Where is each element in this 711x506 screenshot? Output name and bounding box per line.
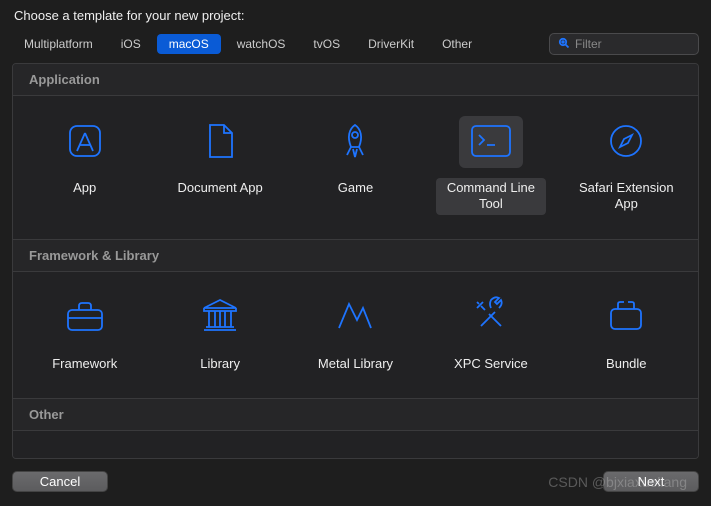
template-library[interactable]: Library [156,288,283,378]
compass-icon [606,121,646,164]
tab-tvos[interactable]: tvOS [301,34,352,54]
tab-multiplatform[interactable]: Multiplatform [12,34,105,54]
gear-icon [200,455,240,459]
tab-macos[interactable]: macOS [157,34,221,54]
template-command-line-tool[interactable]: Command Line Tool [427,112,554,219]
template-label: Game [332,178,379,198]
rocket-icon [335,121,375,164]
next-button[interactable]: Next [603,471,699,492]
tab-other[interactable]: Other [430,34,484,54]
tab-driverkit[interactable]: DriverKit [356,34,426,54]
template-game[interactable]: Game [292,112,419,219]
template-list[interactable]: Application App Document App Game Comman… [12,63,699,459]
template-label: Document App [171,178,268,198]
template-label: Safari Extension App [571,178,681,215]
platform-tabs: Multiplatform iOS macOS watchOS tvOS Dri… [0,33,711,63]
template-other-1[interactable] [21,447,148,459]
template-label: Command Line Tool [436,178,546,215]
contact-icon [334,458,376,459]
template-document-app[interactable]: Document App [156,112,283,219]
template-label: Library [194,354,246,374]
section-header-framework: Framework & Library [13,239,698,272]
tab-watchos[interactable]: watchOS [225,34,298,54]
section-grid-framework: Framework Library Metal Library XPC Serv… [13,272,698,398]
filter-icon [558,37,570,52]
metal-icon [335,298,375,337]
template-other-5[interactable] [563,447,690,459]
app-icon [65,121,105,164]
template-label: Bundle [600,354,652,374]
section-header-application: Application [13,64,698,96]
template-label: Metal Library [312,354,399,374]
section-grid-application: App Document App Game Command Line Tool … [13,96,698,239]
template-other-3[interactable] [292,447,419,459]
footer: Cancel Next [12,471,699,492]
template-safari-extension[interactable]: Safari Extension App [563,112,690,219]
template-label: Framework [46,354,123,374]
download-icon [607,456,645,459]
template-xpc-service[interactable]: XPC Service [427,288,554,378]
library-icon [199,297,241,338]
template-app[interactable]: App [21,112,148,219]
page-title: Choose a template for your new project: [0,0,711,33]
tools-icon [471,296,511,339]
package-icon [606,299,646,336]
template-label: App [67,178,102,198]
template-framework[interactable]: Framework [21,288,148,378]
chip-icon [471,455,511,459]
filter-field[interactable] [549,33,699,55]
template-other-4[interactable] [427,447,554,459]
template-label: XPC Service [448,354,534,374]
tab-ios[interactable]: iOS [109,34,153,54]
template-metal-library[interactable]: Metal Library [292,288,419,378]
toolbox-icon [64,298,106,337]
template-other-2[interactable] [156,447,283,459]
section-header-other: Other [13,398,698,431]
template-bundle[interactable]: Bundle [563,288,690,378]
document-icon [202,121,238,164]
cancel-button[interactable]: Cancel [12,471,108,492]
filter-input[interactable] [575,37,690,51]
terminal-icon [469,123,513,162]
ticket-icon [66,456,104,459]
section-grid-other [13,431,698,459]
